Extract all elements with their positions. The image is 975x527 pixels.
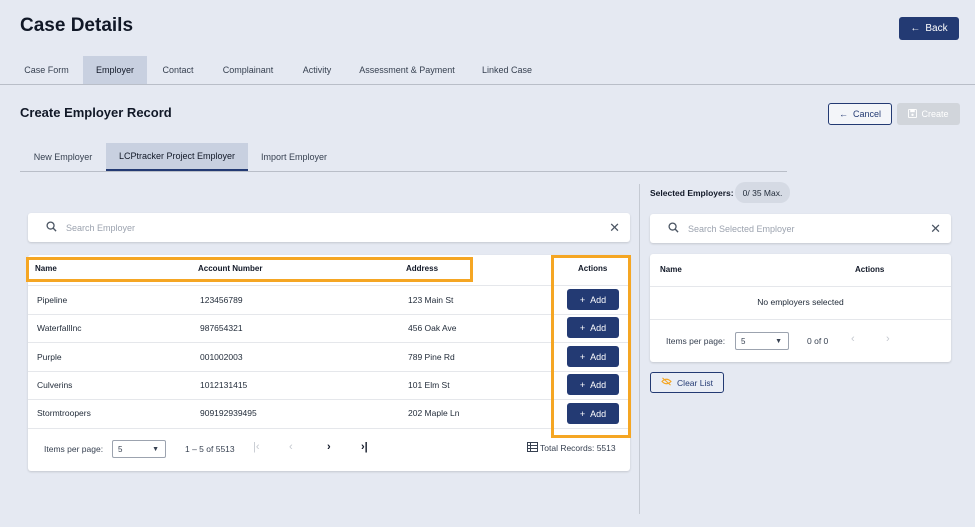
tab-assessment-payment[interactable]: Assessment & Payment bbox=[352, 56, 462, 84]
selected-search-input[interactable]: Search Selected Employer bbox=[688, 224, 795, 234]
cell-name: Culverins bbox=[37, 380, 73, 390]
subtab-import-employer[interactable]: Import Employer bbox=[254, 143, 334, 171]
items-per-page-value: 5 bbox=[741, 336, 746, 346]
clear-list-button[interactable]: Clear List bbox=[650, 372, 724, 393]
search-icon bbox=[668, 222, 679, 235]
selected-count-badge: 0/ 35 Max. bbox=[735, 182, 790, 203]
row-divider bbox=[28, 371, 630, 372]
caret-down-icon: ▼ bbox=[775, 337, 782, 345]
first-page-icon[interactable]: |‹ bbox=[253, 441, 260, 453]
cell-name: WaterfallInc bbox=[37, 323, 82, 333]
column-header-actions: Actions bbox=[855, 265, 885, 274]
subtab-lcptracker-project-employer[interactable]: LCPtracker Project Employer bbox=[106, 143, 248, 171]
top-tabs: Case Form Employer Contact Complainant A… bbox=[0, 56, 975, 85]
selected-employers-label: Selected Employers: bbox=[650, 188, 734, 198]
total-records: Total Records: 5513 bbox=[527, 442, 616, 454]
page-title: Case Details bbox=[20, 15, 134, 36]
items-per-page-value: 5 bbox=[118, 444, 123, 454]
tab-contact[interactable]: Contact bbox=[152, 56, 204, 84]
close-icon[interactable]: ✕ bbox=[609, 220, 620, 236]
caret-down-icon: ▼ bbox=[152, 445, 159, 453]
next-page-icon[interactable]: › bbox=[327, 441, 331, 453]
cell-name: Purple bbox=[37, 352, 62, 362]
employer-search-box[interactable]: Search Employer ✕ bbox=[28, 213, 630, 242]
row-divider bbox=[28, 342, 630, 343]
employer-table: Name Account Number Address Actions Pipe… bbox=[28, 255, 630, 471]
total-records-label: Total Records: 5513 bbox=[540, 443, 616, 453]
cell-address: 101 Elm St bbox=[408, 380, 450, 390]
cancel-label: Cancel bbox=[852, 109, 881, 119]
items-per-page-select[interactable]: 5 ▼ bbox=[112, 440, 166, 458]
create-label: Create bbox=[921, 109, 949, 119]
cancel-button[interactable]: ← Cancel bbox=[828, 103, 892, 125]
selected-search-box[interactable]: Search Selected Employer ✕ bbox=[650, 214, 951, 243]
cell-address: 456 Oak Ave bbox=[408, 323, 457, 333]
column-header-name: Name bbox=[660, 265, 682, 274]
row-divider bbox=[28, 399, 630, 400]
panel-divider bbox=[639, 184, 640, 514]
cell-account: 123456789 bbox=[200, 295, 243, 305]
highlight-columns-box bbox=[26, 257, 473, 282]
previous-page-icon[interactable]: ‹ bbox=[851, 333, 855, 345]
save-icon bbox=[908, 108, 918, 120]
page-range: 1 – 5 of 5513 bbox=[185, 444, 235, 454]
items-per-page-label: Items per page: bbox=[44, 444, 104, 454]
eye-off-icon bbox=[661, 377, 672, 388]
search-icon bbox=[46, 221, 57, 234]
arrow-left-icon: ← bbox=[910, 23, 921, 34]
next-page-icon[interactable]: › bbox=[886, 333, 890, 345]
tab-complainant[interactable]: Complainant bbox=[212, 56, 284, 84]
row-divider bbox=[650, 286, 951, 287]
cell-address: 789 Pine Rd bbox=[408, 352, 455, 362]
back-button[interactable]: ← Back bbox=[899, 17, 959, 40]
row-divider bbox=[28, 428, 630, 429]
row-divider bbox=[28, 285, 630, 286]
employer-search-input[interactable]: Search Employer bbox=[66, 223, 135, 233]
cell-account: 001002003 bbox=[200, 352, 243, 362]
back-label: Back bbox=[925, 23, 948, 34]
cell-account: 909192939495 bbox=[200, 408, 257, 418]
close-icon[interactable]: ✕ bbox=[930, 221, 941, 237]
create-button[interactable]: Create bbox=[897, 103, 960, 125]
section-title: Create Employer Record bbox=[20, 105, 172, 120]
cell-address: 202 Maple Ln bbox=[408, 408, 460, 418]
sub-tabs: New Employer LCPtracker Project Employer… bbox=[20, 143, 787, 172]
cell-address: 123 Main St bbox=[408, 295, 454, 305]
highlight-actions-box bbox=[551, 255, 631, 438]
items-per-page-label: Items per page: bbox=[666, 336, 726, 346]
selected-table: Name Actions No employers selected Items… bbox=[650, 254, 951, 362]
row-divider bbox=[650, 319, 951, 320]
row-divider bbox=[28, 314, 630, 315]
page-range: 0 of 0 bbox=[807, 336, 829, 346]
subtab-new-employer[interactable]: New Employer bbox=[26, 143, 100, 171]
tab-linked-case[interactable]: Linked Case bbox=[472, 56, 542, 84]
cell-account: 987654321 bbox=[200, 323, 243, 333]
cell-name: Pipeline bbox=[37, 295, 68, 305]
items-per-page-select[interactable]: 5 ▼ bbox=[735, 332, 789, 350]
tab-activity[interactable]: Activity bbox=[292, 56, 342, 84]
clear-list-label: Clear List bbox=[677, 377, 713, 388]
table-icon bbox=[527, 442, 538, 454]
cell-account: 1012131415 bbox=[200, 380, 248, 390]
tab-case-form[interactable]: Case Form bbox=[15, 56, 78, 84]
last-page-icon[interactable]: ›| bbox=[361, 441, 368, 453]
cell-name: Stormtroopers bbox=[37, 408, 91, 418]
previous-page-icon[interactable]: ‹ bbox=[289, 441, 293, 453]
arrow-left-icon: ← bbox=[838, 109, 848, 119]
tab-employer[interactable]: Employer bbox=[83, 56, 147, 84]
empty-state-message: No employers selected bbox=[757, 297, 844, 307]
